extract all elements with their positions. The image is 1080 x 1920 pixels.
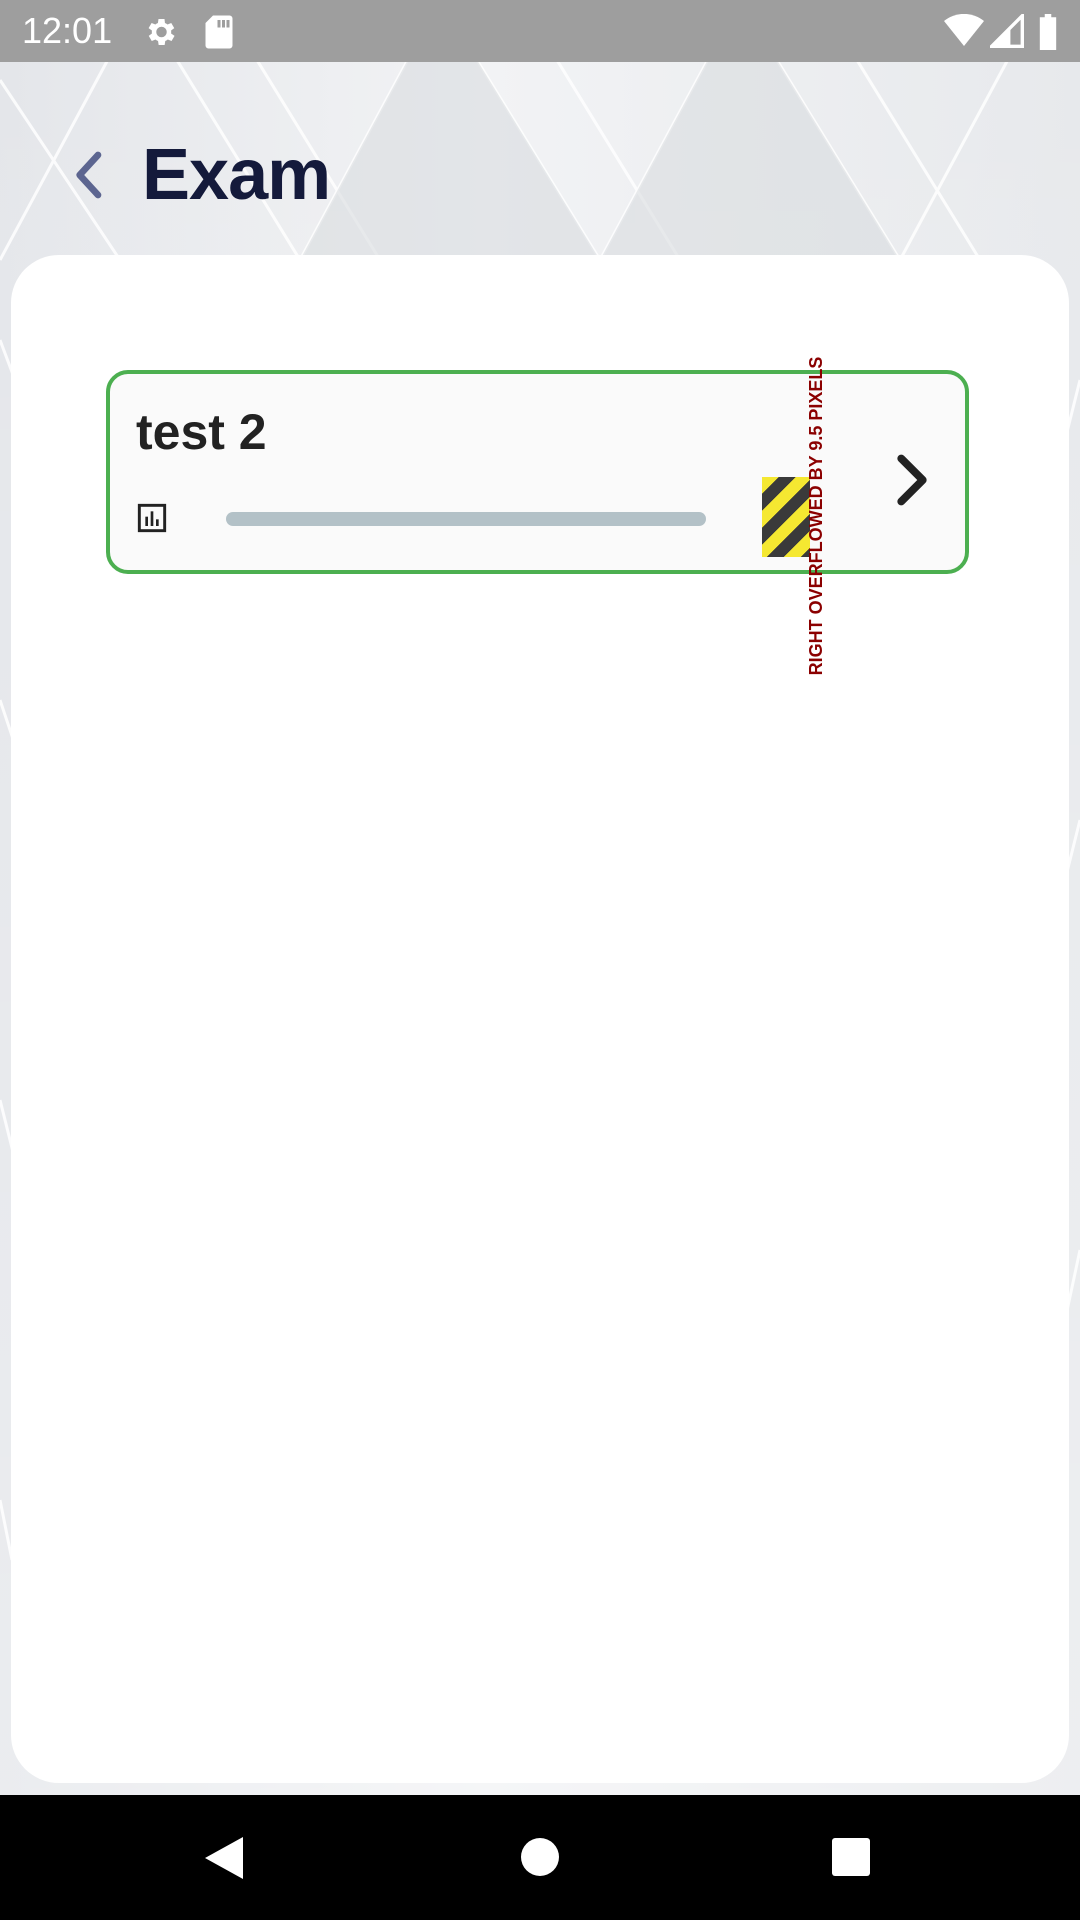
back-triangle-icon[interactable] bbox=[203, 1835, 245, 1881]
progress-track bbox=[226, 512, 706, 526]
sd-card-icon bbox=[205, 15, 233, 49]
signal-icon bbox=[990, 14, 1024, 48]
navigation-bar bbox=[0, 1795, 1080, 1920]
page-title: Exam bbox=[142, 135, 331, 215]
overflow-warning: RIGHT OVERFLOWED BY 9.5 PIXELS bbox=[799, 356, 833, 676]
status-bar: 12:01 bbox=[0, 0, 1080, 62]
exam-list-item[interactable]: test 2 RIGHT OVERFLOWED BY 9.5 PIXELS bbox=[106, 357, 969, 675]
back-button[interactable] bbox=[58, 140, 118, 210]
overflow-warning-text: RIGHT OVERFLOWED BY 9.5 PIXELS bbox=[806, 356, 826, 676]
bar-chart-icon[interactable] bbox=[136, 502, 168, 534]
status-time: 12:01 bbox=[22, 10, 113, 51]
exam-name: test 2 bbox=[136, 404, 267, 460]
recents-square-icon[interactable] bbox=[831, 1837, 871, 1877]
gear-icon bbox=[148, 18, 175, 46]
chevron-left-icon bbox=[76, 151, 102, 199]
home-circle-icon[interactable] bbox=[519, 1836, 561, 1878]
wifi-icon bbox=[944, 14, 984, 46]
chevron-right-icon[interactable] bbox=[890, 452, 934, 508]
battery-icon bbox=[1039, 14, 1057, 50]
